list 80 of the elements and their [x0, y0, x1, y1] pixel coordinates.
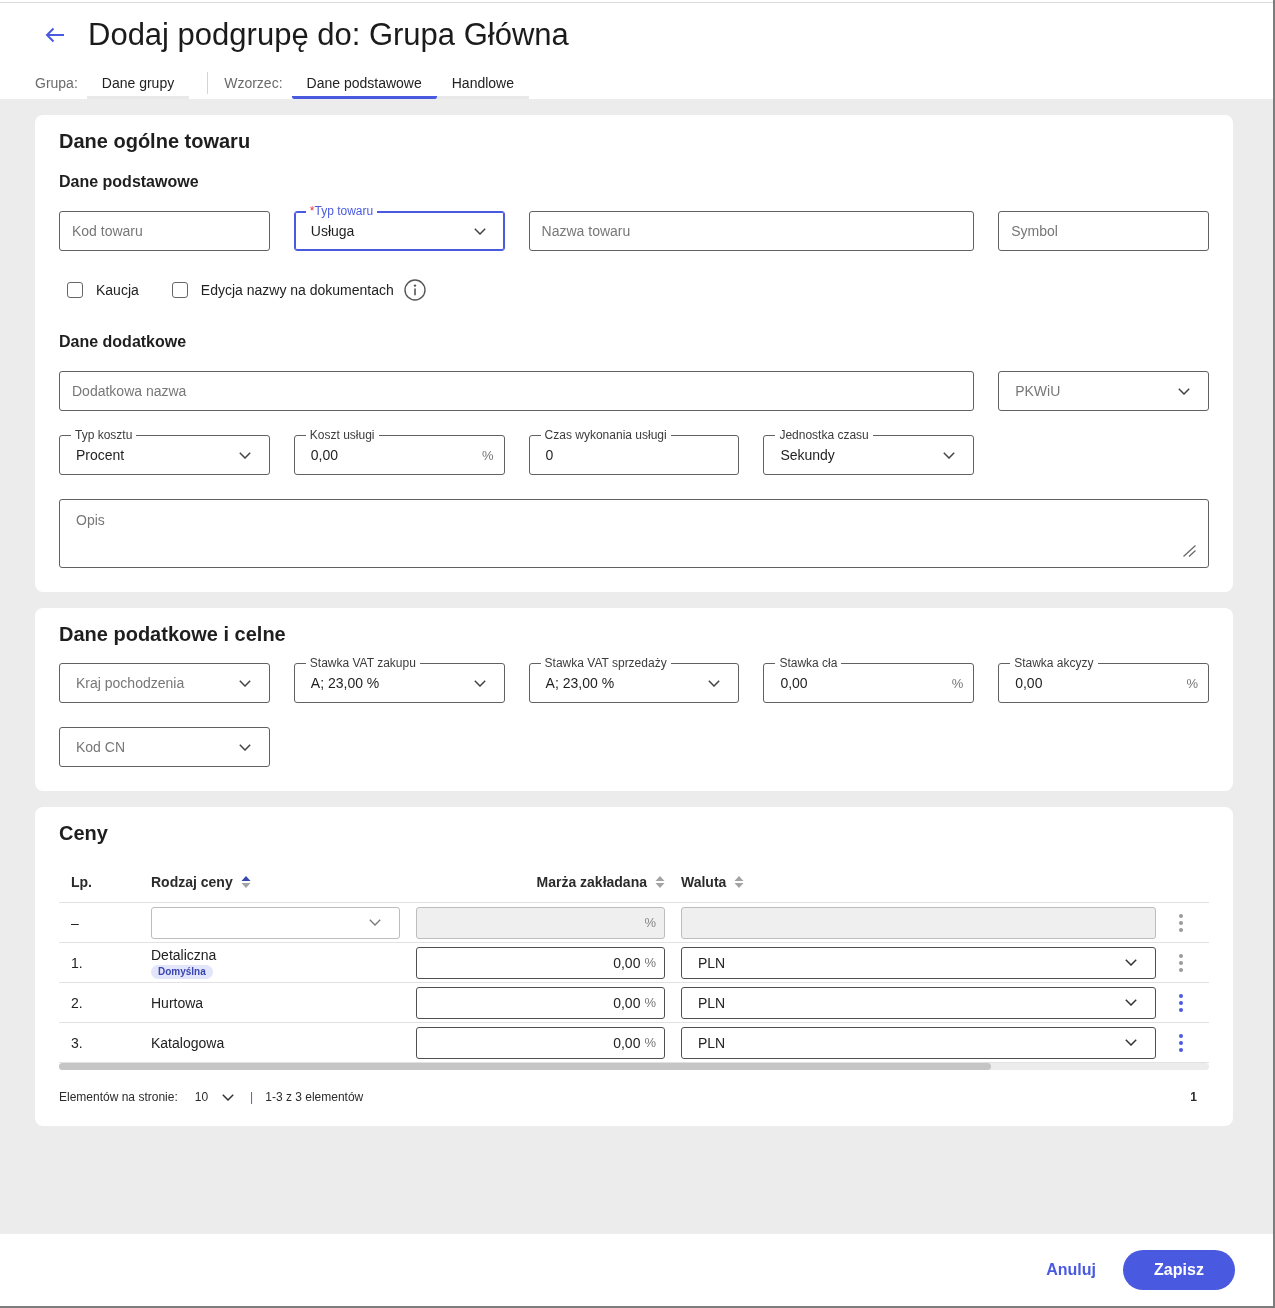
- sort-icon[interactable]: [240, 874, 251, 889]
- text-field[interactable]: Kod towaru: [59, 211, 270, 251]
- save-button[interactable]: Zapisz: [1123, 1250, 1235, 1290]
- page-size-label: Elementów na stronie:: [59, 1090, 178, 1104]
- chevron-down-icon: [222, 1093, 235, 1101]
- number-field[interactable]: 0,00 %: [416, 1026, 665, 1059]
- chevron-down-icon: [238, 743, 251, 751]
- checkbox-label: Kaucja: [96, 281, 139, 299]
- table-cell: Katalogowa: [151, 1034, 225, 1051]
- dropdown-field[interactable]: PLN: [681, 986, 1156, 1019]
- column-header[interactable]: Waluta: [681, 873, 727, 890]
- text-field[interactable]: Dodatkowa nazwa: [59, 371, 975, 411]
- arrow-left-icon: [45, 27, 65, 43]
- column-header: Lp.: [71, 873, 92, 890]
- page-size-dropdown[interactable]: 10: [194, 1090, 235, 1104]
- number-field[interactable]: 0,00 %: [416, 946, 665, 979]
- table-cell: Hurtowa: [151, 994, 204, 1011]
- field-label: Jednostka czasu: [775, 428, 873, 442]
- unit-suffix: %: [1186, 675, 1198, 691]
- unit-suffix: %: [644, 995, 656, 1010]
- chevron-down-icon: [473, 227, 486, 235]
- chevron-down-icon: [1125, 1039, 1137, 1046]
- page-number[interactable]: 1: [1190, 1090, 1209, 1104]
- field-label: Czas wykonania usługi: [540, 428, 671, 442]
- text-field[interactable]: Nazwa towaru: [528, 211, 975, 251]
- checkbox-label: Edycja nazwy na dokumentach: [200, 281, 394, 299]
- section-title: Dane ogólne towaru: [59, 129, 252, 153]
- unit-suffix: %: [644, 915, 656, 930]
- resize-handle-icon[interactable]: [1183, 545, 1196, 557]
- chevron-down-icon: [238, 451, 251, 459]
- field-label: Stawka akcyzy: [1010, 656, 1098, 670]
- section-title: Ceny: [59, 821, 109, 845]
- dropdown-field[interactable]: Kod CN: [59, 727, 270, 767]
- table-cell: Detaliczna: [151, 946, 217, 963]
- dropdown-field[interactable]: Kraj pochodzenia: [59, 663, 270, 703]
- checkbox[interactable]: [171, 282, 188, 298]
- field-label: Typ kosztu: [71, 428, 137, 442]
- cancel-button[interactable]: Anuluj: [1046, 1257, 1096, 1283]
- tab-group-label: Wzorzec:: [224, 74, 283, 93]
- scrollbar-thumb[interactable]: [59, 1063, 991, 1070]
- separator: |: [250, 1090, 254, 1104]
- field-label: *Typ towaru: [305, 204, 378, 218]
- range-label: 1-3 z 3 elementów: [265, 1090, 364, 1104]
- chevron-down-icon: [1125, 999, 1137, 1006]
- text-field[interactable]: Symbol: [998, 211, 1209, 251]
- number-field[interactable]: 0,00 %: [416, 986, 665, 1019]
- table-cell: 3.: [71, 1034, 83, 1051]
- chevron-down-icon: [369, 919, 381, 926]
- page-title: Dodaj podgrupę do: Grupa Główna: [88, 16, 569, 54]
- textarea-field[interactable]: Opis: [59, 499, 1209, 568]
- unit-suffix: %: [482, 447, 494, 463]
- info-icon[interactable]: [403, 279, 426, 301]
- table-cell: 2.: [71, 994, 83, 1011]
- field-label: Stawka cła: [775, 656, 842, 670]
- unit-suffix: %: [951, 675, 964, 691]
- field-label: Stawka VAT sprzedaży: [540, 656, 671, 670]
- dropdown-field[interactable]: PKWiU: [998, 371, 1209, 411]
- field-label: Koszt usługi: [305, 428, 379, 442]
- chevron-down-icon: [473, 679, 486, 687]
- default-badge: Domyślna: [151, 964, 213, 979]
- subsection-title: Dane podstawowe: [59, 172, 200, 192]
- table-cell: 1.: [71, 954, 83, 971]
- column-header[interactable]: Marża zakładana: [536, 873, 647, 890]
- chevron-down-icon: [1178, 387, 1190, 395]
- scrollbar-track[interactable]: [59, 1063, 1209, 1070]
- chevron-down-icon: [238, 679, 251, 687]
- field-label: Stawka VAT zakupu: [305, 656, 420, 670]
- chevron-down-icon: [708, 679, 721, 687]
- subsection-title: Dane dodatkowe: [59, 332, 188, 352]
- chevron-down-icon: [943, 451, 956, 459]
- tab-group-label: Grupa:: [35, 74, 78, 93]
- checkbox[interactable]: [67, 282, 83, 298]
- column-header[interactable]: Rodzaj ceny: [151, 873, 233, 890]
- section-title: Dane podatkowe i celne: [59, 622, 287, 646]
- table-cell: –: [71, 914, 79, 931]
- chevron-down-icon: [1125, 959, 1137, 966]
- dropdown-field[interactable]: PLN: [681, 1026, 1156, 1059]
- unit-suffix: %: [644, 1035, 656, 1050]
- unit-suffix: %: [644, 955, 656, 970]
- dropdown-field[interactable]: PLN: [681, 946, 1156, 979]
